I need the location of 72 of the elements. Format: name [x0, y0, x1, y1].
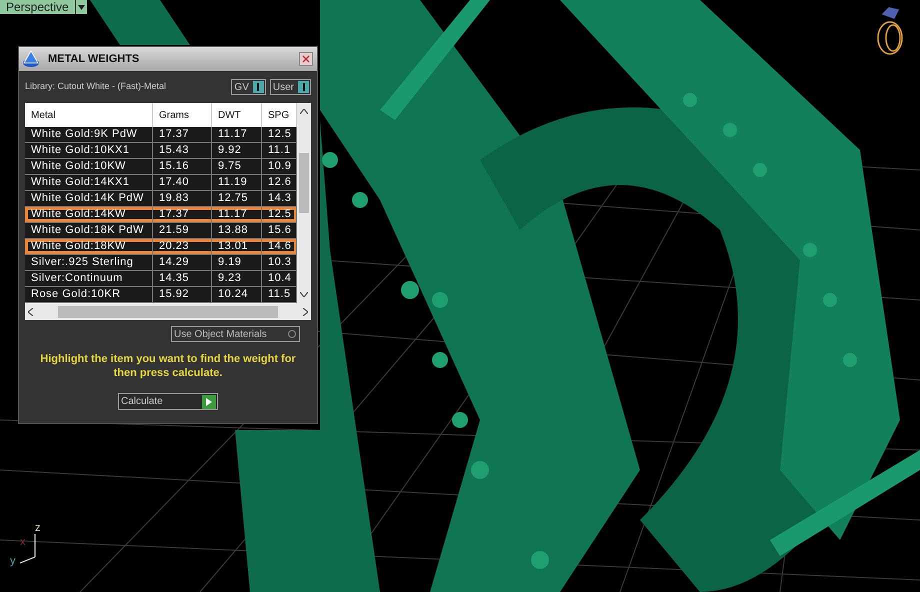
table-cell: 11.17 — [212, 207, 262, 222]
table-cell: 9.75 — [212, 159, 262, 174]
table-cell: 11.17 — [212, 127, 262, 142]
table-cell: 19.83 — [153, 191, 212, 206]
table-cell: 14.35 — [153, 271, 212, 286]
axis-label: z — [35, 523, 40, 534]
table-cell: 21.59 — [153, 223, 212, 238]
dropdown-arrow-icon — [78, 4, 85, 10]
table-cell: 15.92 — [153, 287, 212, 302]
table-row[interactable]: White Gold:14K PdW 19.83 12.75 14.3 — [25, 191, 297, 207]
table-row[interactable]: White Gold:18K PdW 21.59 13.88 15.6 — [25, 223, 297, 239]
cone-logo-icon — [21, 49, 41, 69]
table-cell: 10.24 — [212, 287, 262, 302]
table-cell: White Gold:10KX1 — [25, 143, 153, 158]
table-cell: White Gold:10KW — [25, 159, 153, 174]
table-cell: 17.40 — [153, 175, 212, 190]
axis-gizmo-icon — [20, 534, 36, 564]
table-cell: 20.23 — [153, 239, 212, 254]
table-cell: White Gold:14KW — [25, 207, 153, 222]
table-cell: White Gold:14K PdW — [25, 191, 153, 206]
table-row[interactable]: White Gold:14KW 17.37 11.17 12.5 — [25, 207, 297, 223]
table-cell: 9.23 — [212, 271, 262, 286]
table-cell: 9.92 — [212, 143, 262, 158]
close-icon — [302, 55, 310, 63]
axis-label: y — [10, 556, 16, 567]
table-cell: Rose Gold:10KR — [25, 287, 153, 302]
table-cell: 17.37 — [153, 127, 212, 142]
table-row[interactable]: Silver:Continuum 14.35 9.23 10.4 — [25, 271, 297, 287]
vertical-scrollbar[interactable] — [297, 103, 311, 303]
close-button[interactable] — [299, 52, 313, 66]
table-cell: 15.43 — [153, 143, 212, 158]
table-row[interactable]: Silver:.925 Sterling 14.29 9.19 10.3 — [25, 255, 297, 271]
scrollbar-thumb[interactable] — [58, 306, 278, 318]
table-cell: White Gold:18KW — [25, 239, 153, 254]
axis-label: x — [20, 537, 26, 548]
ring-outline-icon — [877, 7, 903, 55]
table-cell: 14.29 — [153, 255, 212, 270]
table-cell: White Gold:14KX1 — [25, 175, 153, 190]
column-header[interactable]: Metal — [25, 103, 153, 127]
table-cell: White Gold:9K PdW — [25, 127, 153, 142]
scroll-up-icon — [300, 109, 308, 114]
scroll-down-icon — [300, 292, 308, 297]
table-cell: Silver:.925 Sterling — [25, 255, 153, 270]
table-cell: 17.37 — [153, 207, 212, 222]
table-row[interactable]: White Gold:10KW 15.16 9.75 10.9 — [25, 159, 297, 175]
column-header[interactable]: Grams — [153, 103, 212, 127]
scrollbar-thumb[interactable] — [299, 153, 309, 213]
table-cell: Silver:Continuum — [25, 271, 153, 286]
horizontal-scrollbar[interactable] — [25, 303, 311, 320]
table-cell: 11.19 — [212, 175, 262, 190]
table-row[interactable]: White Gold:9K PdW 17.37 11.17 12.5 — [25, 127, 297, 143]
toggle-button[interactable]: GV — [231, 79, 266, 95]
table-row[interactable]: White Gold:18KW 20.23 13.01 14.6 — [25, 239, 297, 255]
table-cell: 15.16 — [153, 159, 212, 174]
scroll-left-icon — [28, 308, 33, 316]
instruction-message: Highlight the item you want to find the weight for then press calculate. — [39, 352, 297, 380]
play-icon — [206, 398, 212, 406]
column-header[interactable]: DWT — [212, 103, 262, 127]
table-cell: 9.19 — [212, 255, 262, 270]
table-row[interactable]: White Gold:14KX1 17.40 11.19 12.6 — [25, 175, 297, 191]
table-cell: White Gold:18K PdW — [25, 223, 153, 238]
use-object-materials-toggle[interactable]: Use Object Materials — [171, 326, 300, 342]
panel-title: METAL WEIGHTS — [48, 52, 140, 67]
toggle-button[interactable]: User — [270, 79, 311, 95]
calculate-button[interactable]: Calculate — [118, 393, 218, 410]
viewport-tab[interactable]: Perspective — [0, 0, 87, 14]
table-row[interactable]: White Gold:10KX1 15.43 9.92 11.1 — [25, 143, 297, 159]
table-cell: 12.75 — [212, 191, 262, 206]
library-label: Library: Cutout White - (Fast)-Metal — [25, 80, 168, 94]
scroll-right-icon — [303, 308, 308, 316]
table-cell: 13.01 — [212, 239, 262, 254]
table-cell: 13.88 — [212, 223, 262, 238]
